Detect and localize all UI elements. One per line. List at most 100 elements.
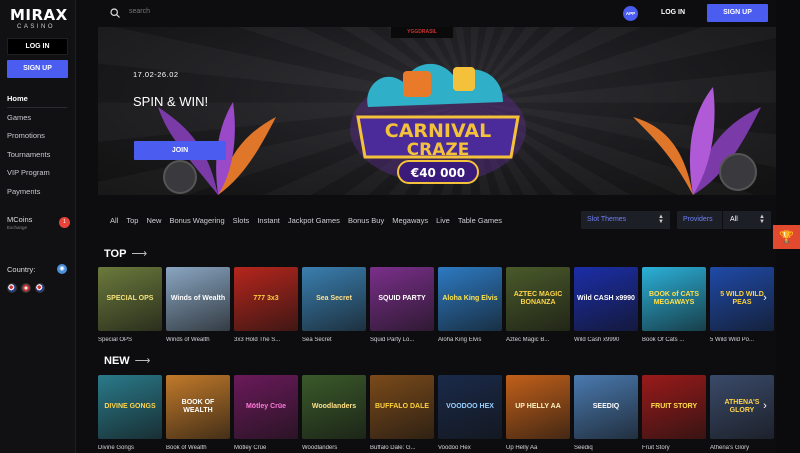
tab-instant[interactable]: Instant: [257, 214, 280, 228]
game-thumbnail[interactable]: Winds of Wealth: [166, 267, 230, 331]
promo-dates: 17.02-26.02: [133, 70, 179, 79]
game-thumbnail[interactable]: AZTEC MAGIC BONANZA: [506, 267, 570, 331]
tab-slots[interactable]: Slots: [233, 214, 250, 228]
game-card[interactable]: FRUIT STORY Fruit Story: [642, 375, 706, 451]
search-input[interactable]: search: [129, 8, 150, 15]
providers-select[interactable]: Providers: [677, 211, 722, 229]
sidebar-item-promotions[interactable]: Promotions: [7, 129, 69, 148]
game-thumbnail[interactable]: 777 3x3: [234, 267, 298, 331]
section-top-title[interactable]: TOP ⟶: [104, 247, 147, 260]
game-title-line1: CARNIVAL: [385, 120, 491, 142]
chevron-right-icon[interactable]: ›: [758, 399, 772, 413]
tab-all[interactable]: All: [110, 214, 118, 228]
flag-icon[interactable]: [21, 283, 31, 293]
sidebar-item-home[interactable]: Home: [7, 92, 69, 111]
top-bar: search APP LOG IN SIGN UP: [98, 0, 776, 27]
game-card[interactable]: UP HELLY AA Up Helly Aa: [506, 375, 570, 451]
game-thumbnail[interactable]: SPECIAL OPS: [98, 267, 162, 331]
game-name: Winds of Wealth: [166, 337, 210, 343]
sidebar-item-vip[interactable]: VIP Program: [7, 166, 69, 185]
game-thumbnail[interactable]: SQUID PARTY: [370, 267, 434, 331]
game-thumbnail[interactable]: SEEDIQ: [574, 375, 638, 439]
category-tabs: All Top New Bonus Wagering Slots Instant…: [110, 214, 510, 228]
section-top-label: TOP: [104, 248, 127, 260]
signup-button[interactable]: SIGN UP: [707, 4, 768, 22]
sidebar-item-tournaments[interactable]: Tournaments: [7, 148, 69, 167]
tab-live[interactable]: Live: [436, 214, 450, 228]
game-thumbnail[interactable]: BOOK OF WEALTH: [166, 375, 230, 439]
banner-decoration-right: [633, 87, 761, 195]
game-card[interactable]: Winds of Wealth Winds of Wealth: [166, 267, 230, 343]
game-name: Sea Secret: [302, 337, 332, 343]
join-button[interactable]: JOIN: [134, 141, 226, 160]
game-card[interactable]: 777 3x3 3x3 Hold The S...: [234, 267, 298, 343]
game-name: Wild Cash x9990: [574, 337, 620, 343]
login-button[interactable]: LOG IN: [651, 5, 695, 21]
sidebar-login-button[interactable]: LOG IN: [7, 38, 68, 55]
tab-bonus-buy[interactable]: Bonus Buy: [348, 214, 384, 228]
game-thumbnail[interactable]: FRUIT STORY: [642, 375, 706, 439]
slot-themes-select[interactable]: Slot Themes ▲ ▼: [581, 211, 670, 229]
flag-icon[interactable]: [35, 283, 45, 293]
promo-headline: SPIN & WIN!: [133, 94, 209, 109]
game-card[interactable]: Mötley Crüe Mötley Crüe: [234, 375, 298, 451]
globe-icon[interactable]: ◉: [57, 264, 67, 274]
game-thumbnail[interactable]: Woodlanders: [302, 375, 366, 439]
chevron-right-icon[interactable]: ›: [758, 291, 772, 305]
game-name: Aztec Magic B...: [506, 337, 550, 343]
tab-new[interactable]: New: [146, 214, 161, 228]
country-flags: [7, 280, 49, 298]
game-thumbnail[interactable]: BUFFALO DALE: [370, 375, 434, 439]
game-card[interactable]: BOOK OF WEALTH Book of Wealth: [166, 375, 230, 451]
game-card[interactable]: Woodlanders Woodlanders: [302, 375, 366, 451]
game-thumbnail[interactable]: Wild CASH x9990: [574, 267, 638, 331]
logo-main: MIRAX: [10, 6, 68, 24]
tab-bonus-wagering[interactable]: Bonus Wagering: [169, 214, 224, 228]
game-card[interactable]: 5 WILD WILD PEAS 5 Wild Wild Po...: [710, 267, 774, 343]
game-thumbnail[interactable]: UP HELLY AA: [506, 375, 570, 439]
section-new-title[interactable]: NEW ⟶: [104, 354, 150, 367]
game-card[interactable]: SPECIAL OPS Special OPS: [98, 267, 162, 343]
logo[interactable]: MIRAX CASINO: [10, 6, 68, 34]
game-name: Voodoo Hex: [438, 445, 471, 451]
game-card[interactable]: Aloha King Elvis Aloha King Elvis: [438, 267, 502, 343]
game-name: Book of Wealth: [166, 445, 207, 451]
game-card[interactable]: BUFFALO DALE Buffalo Dale: G...: [370, 375, 434, 451]
flag-icon[interactable]: [7, 283, 17, 293]
sidebar-item-games[interactable]: Games: [7, 111, 69, 130]
tab-top[interactable]: Top: [126, 214, 138, 228]
app: MIRAX CASINO LOG IN SIGN UP Home Games P…: [0, 0, 800, 453]
providers-value-select[interactable]: All ▲ ▼: [723, 211, 771, 229]
app-download-button[interactable]: APP: [623, 6, 638, 21]
game-card[interactable]: DIVINE GONGS Divine Gongs: [98, 375, 162, 451]
arrow-right-icon: ⟶: [131, 248, 148, 260]
game-card[interactable]: VOODOO HEX Voodoo Hex: [438, 375, 502, 451]
sort-arrows-icon: ▲ ▼: [759, 214, 765, 225]
sidebar-item-payments[interactable]: Payments: [7, 185, 69, 204]
game-card[interactable]: SQUID PARTY Squid Party Lo...: [370, 267, 434, 343]
mcoins-exchange[interactable]: MCoins Exchange 1: [7, 215, 70, 230]
game-thumbnail[interactable]: VOODOO HEX: [438, 375, 502, 439]
game-card[interactable]: BOOK of CATS MEGAWAYS Book Of Cats ...: [642, 267, 706, 343]
game-card[interactable]: Wild CASH x9990 Wild Cash x9990: [574, 267, 638, 343]
tab-megaways[interactable]: Megaways: [392, 214, 428, 228]
game-card[interactable]: AZTEC MAGIC BONANZA Aztec Magic B...: [506, 267, 570, 343]
search-icon[interactable]: [110, 8, 120, 18]
tab-table-games[interactable]: Table Games: [458, 214, 502, 228]
game-thumbnail[interactable]: DIVINE GONGS: [98, 375, 162, 439]
game-card[interactable]: SEEDIQ Seediq: [574, 375, 638, 451]
game-thumbnail[interactable]: BOOK of CATS MEGAWAYS: [642, 267, 706, 331]
sidebar-signup-button[interactable]: SIGN UP: [7, 60, 68, 78]
game-thumbnail[interactable]: Mötley Crüe: [234, 375, 298, 439]
tab-jackpot-games[interactable]: Jackpot Games: [288, 214, 340, 228]
game-name: Woodlanders: [302, 445, 338, 451]
trophy-icon[interactable]: 🏆: [773, 225, 800, 249]
slot-themes-label: Slot Themes: [587, 216, 627, 223]
game-name: Book Of Cats ...: [642, 337, 685, 343]
game-card[interactable]: Sea Secret Sea Secret: [302, 267, 366, 343]
new-games-row: DIVINE GONGS Divine Gongs BOOK OF WEALTH Bo…: [98, 375, 776, 453]
game-card[interactable]: ATHENA'S GLORY Athena's Glory: [710, 375, 774, 451]
game-thumbnail[interactable]: Aloha King Elvis: [438, 267, 502, 331]
game-thumbnail[interactable]: Sea Secret: [302, 267, 366, 331]
provider-logo: YGGDRASIL: [391, 27, 453, 38]
